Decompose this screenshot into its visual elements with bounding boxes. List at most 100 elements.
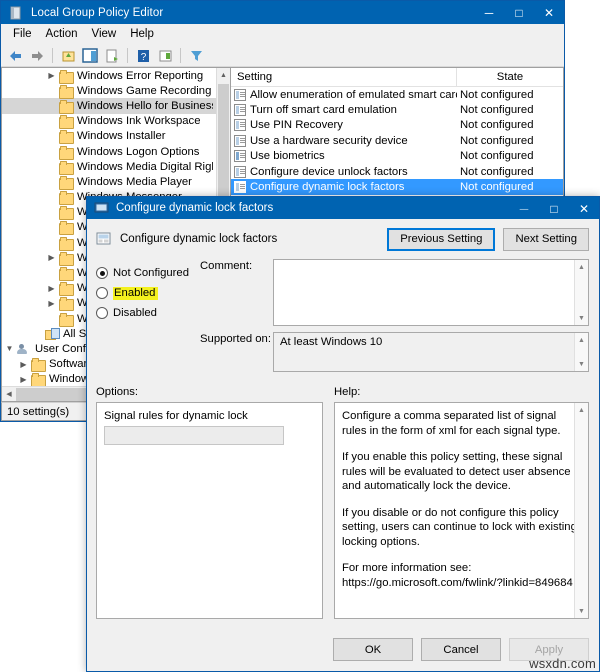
dialog-minimize-button: ─ <box>519 201 529 216</box>
tree-item[interactable]: Windows Media Digital Rights Ma <box>2 159 216 175</box>
radio-not-configured-indicator[interactable] <box>96 267 108 279</box>
folder-icon <box>59 99 74 114</box>
table-row[interactable]: Use PIN Recovery Not configured <box>231 118 563 133</box>
state-cell: Not configured <box>460 181 534 194</box>
dialog-panels: Signal rules for dynamic lock Configure … <box>87 398 599 619</box>
column-header-setting[interactable]: Setting <box>231 68 457 86</box>
setting-cell: Use PIN Recovery <box>231 119 457 132</box>
forward-icon[interactable] <box>27 46 47 66</box>
setting-name: Turn off smart card emulation <box>250 104 397 117</box>
tree-item[interactable]: Windows Ink Workspace <box>2 114 216 130</box>
table-row[interactable]: Allow enumeration of emulated smart card… <box>231 87 563 102</box>
radio-not-configured[interactable]: Not Configured <box>96 263 200 283</box>
supported-on-value: At least Windows 10 <box>280 336 383 348</box>
menu-item-file[interactable]: File <box>6 26 39 42</box>
cancel-button[interactable]: Cancel <box>421 638 501 661</box>
menu-item-view[interactable]: View <box>85 26 124 42</box>
options-label: Options: <box>96 386 139 398</box>
setting-cell: Allow enumeration of emulated smart card… <box>231 88 457 101</box>
comment-scroll-up-icon[interactable]: ▲ <box>575 260 588 274</box>
tree-item-label: Windows Error Reporting <box>77 69 204 82</box>
list-header: Setting State <box>231 68 563 87</box>
column-header-state[interactable]: State <box>457 68 563 86</box>
toolbar-separator-2 <box>127 48 128 63</box>
help-paragraph-3: If you disable or do not configure this … <box>342 506 577 548</box>
chevron-right-icon[interactable]: ▶ <box>16 360 31 369</box>
up-folder-icon[interactable] <box>58 46 78 66</box>
options-panel: Signal rules for dynamic lock <box>96 402 323 619</box>
properties-icon[interactable] <box>155 46 175 66</box>
filter-icon[interactable] <box>186 46 206 66</box>
chevron-right-icon[interactable]: ▶ <box>44 71 59 80</box>
setting-name: Configure device unlock factors <box>250 165 408 178</box>
chevron-right-icon[interactable]: ▶ <box>44 299 59 308</box>
comment-scrollbar[interactable]: ▲ ▼ <box>574 260 588 325</box>
radio-enabled[interactable]: Enabled <box>96 283 200 303</box>
setting-name: Allow enumeration of emulated smart card… <box>250 88 457 101</box>
close-button[interactable]: ✕ <box>534 1 564 24</box>
chevron-right-icon[interactable]: ▶ <box>44 253 59 262</box>
dialog-window-controls: ─ □ ✕ <box>509 197 599 220</box>
window-title: Local Group Policy Editor <box>31 6 164 19</box>
ok-button[interactable]: OK <box>333 638 413 661</box>
comment-scroll-down-icon[interactable]: ▼ <box>575 311 588 325</box>
supported-on-scrollbar[interactable]: ▲ ▼ <box>574 333 588 371</box>
tree-item[interactable]: Windows Media Player <box>2 174 216 190</box>
policy-icon <box>234 181 246 194</box>
table-row[interactable]: Use a hardware security device Not config… <box>231 133 563 148</box>
supported-scroll-down-icon[interactable]: ▼ <box>575 357 588 371</box>
tree-item[interactable]: Windows Installer <box>2 129 216 145</box>
table-row[interactable]: Configure device unlock factors Not confi… <box>231 164 563 179</box>
help-scroll-down-icon[interactable]: ▼ <box>575 604 588 618</box>
menu-bar: File Action View Help <box>1 24 564 45</box>
folder-icon <box>59 236 74 251</box>
export-list-icon[interactable] <box>102 46 122 66</box>
show-hide-tree-icon[interactable] <box>80 46 100 66</box>
section-labels: Options: Help: <box>87 378 599 398</box>
scroll-up-icon[interactable]: ▲ <box>217 68 230 82</box>
folder-icon <box>59 175 74 190</box>
supported-scroll-up-icon[interactable]: ▲ <box>575 333 588 347</box>
help-label: Help: <box>334 386 361 398</box>
folder-icon <box>59 251 74 266</box>
folder-icon <box>59 191 74 206</box>
scroll-thumb[interactable] <box>218 84 229 204</box>
table-row[interactable]: Configure dynamic lock factors Not config… <box>231 179 563 195</box>
minimize-button[interactable]: ─ <box>474 1 504 24</box>
help-scroll-up-icon[interactable]: ▲ <box>575 403 588 417</box>
radio-disabled-indicator[interactable] <box>96 307 108 319</box>
menu-item-action[interactable]: Action <box>39 26 85 42</box>
help-scrollbar[interactable]: ▲ ▼ <box>574 403 588 618</box>
comment-textarea[interactable]: ▲ ▼ <box>273 259 589 326</box>
back-icon[interactable] <box>5 46 25 66</box>
table-row[interactable]: Use biometrics Not configured <box>231 149 563 164</box>
chevron-down-icon[interactable]: ▼ <box>2 344 17 353</box>
next-setting-button[interactable]: Next Setting <box>503 227 589 251</box>
folder-icon <box>59 84 74 99</box>
tree-item[interactable]: Windows Hello for Business <box>2 98 216 114</box>
state-cell: Not configured <box>460 104 534 117</box>
chevron-right-icon[interactable]: ▶ <box>44 284 59 293</box>
scroll-left-icon[interactable]: ◀ <box>2 390 16 398</box>
status-text: 10 setting(s) <box>7 405 70 418</box>
dialog-close-button[interactable]: ✕ <box>569 197 599 220</box>
dialog-titlebar: Configure dynamic lock factors ─ □ ✕ <box>87 197 599 219</box>
folder-icon <box>59 297 74 312</box>
setting-name: Use biometrics <box>250 150 325 163</box>
radio-enabled-indicator[interactable] <box>96 287 108 299</box>
folder-icon <box>59 312 74 327</box>
tree-item[interactable]: ▶ Windows Error Reporting <box>2 68 216 84</box>
tree-item-label: Windows Installer <box>77 130 166 143</box>
radio-disabled[interactable]: Disabled <box>96 303 200 323</box>
signal-rules-label: Signal rules for dynamic lock <box>104 410 248 422</box>
maximize-button[interactable]: □ <box>504 1 534 24</box>
menu-item-help[interactable]: Help <box>123 26 161 42</box>
signal-rules-input[interactable] <box>104 426 284 445</box>
table-row[interactable]: Turn off smart card emulation Not configu… <box>231 102 563 117</box>
previous-setting-button[interactable]: Previous Setting <box>387 227 496 251</box>
tree-item[interactable]: Windows Game Recording and Br <box>2 83 216 99</box>
chevron-right-icon[interactable]: ▶ <box>16 375 31 384</box>
tree-item[interactable]: Windows Logon Options <box>2 144 216 160</box>
dialog-maximize-button[interactable]: □ <box>539 197 569 220</box>
help-icon[interactable]: ? <box>133 46 153 66</box>
